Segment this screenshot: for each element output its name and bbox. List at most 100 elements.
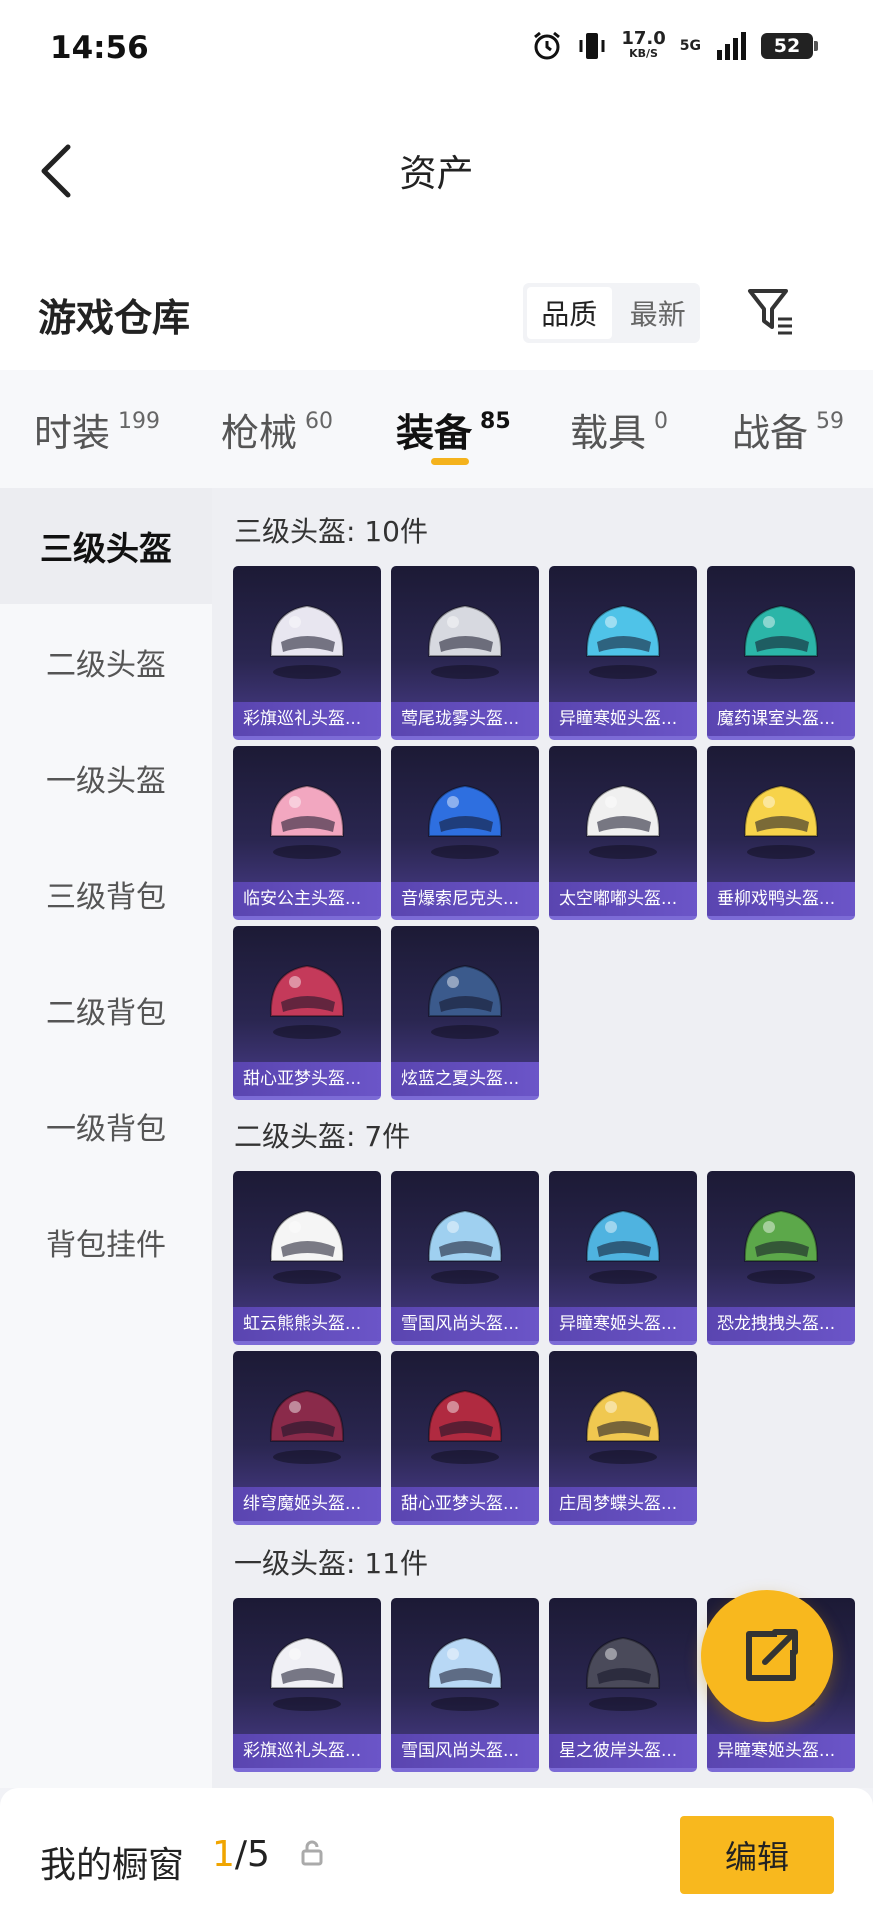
item-card[interactable]: 音爆索尼克头... — [391, 746, 539, 920]
section-title-level2-helmet: 二级头盔: 7件 — [234, 1120, 411, 1153]
edit-button[interactable]: 编辑 — [680, 1816, 834, 1894]
item-name: 莺尾珑雾头盔... — [391, 702, 539, 736]
item-card[interactable]: 太空嘟嘟头盔... — [549, 746, 697, 920]
item-name: 恐龙拽拽头盔... — [707, 1307, 855, 1341]
helmet-icon — [427, 1209, 503, 1284]
item-name: 彩旗巡礼头盔... — [233, 1734, 381, 1768]
item-name: 太空嘟嘟头盔... — [549, 882, 697, 916]
helmet-icon — [427, 604, 503, 679]
item-card[interactable]: 恐龙拽拽头盔... — [707, 1171, 855, 1345]
helmet-icon — [585, 1389, 661, 1464]
showcase-bar: 我的橱窗 1/5 编辑 — [0, 1788, 873, 1920]
helmet-icon — [427, 1636, 503, 1711]
item-card[interactable]: 垂柳戏鸭头盔... — [707, 746, 855, 920]
item-card[interactable]: 异瞳寒姬头盔... — [549, 1171, 697, 1345]
sidebar-item-level3-helmet[interactable]: 三级头盔 — [0, 488, 212, 604]
item-name: 虹云熊熊头盔... — [233, 1307, 381, 1341]
item-card[interactable]: 临安公主头盔... — [233, 746, 381, 920]
vibrate-icon — [579, 33, 605, 59]
helmet-icon — [585, 1209, 661, 1284]
helmet-icon — [269, 964, 345, 1039]
status-icons: 17.0 KB/S 5G 52 — [531, 28, 818, 62]
tab-fashion[interactable]: 时装 199 — [34, 402, 160, 457]
item-name: 异瞳寒姬头盔... — [549, 702, 697, 736]
helmet-icon — [269, 1636, 345, 1711]
item-card[interactable]: 彩旗巡礼头盔... — [233, 1598, 381, 1772]
tab-equipment[interactable]: 装备 85 — [396, 402, 511, 457]
sidebar-item-level1-backpack[interactable]: 一级背包 — [0, 1068, 212, 1184]
signal-icon — [717, 32, 746, 60]
item-name: 异瞳寒姬头盔... — [707, 1734, 855, 1768]
item-name: 魔药课室头盔... — [707, 702, 855, 736]
sidebar-item-level2-backpack[interactable]: 二级背包 — [0, 952, 212, 1068]
item-card[interactable]: 异瞳寒姬头盔... — [549, 566, 697, 740]
item-card[interactable]: 庄周梦蝶头盔... — [549, 1351, 697, 1525]
sort-latest-button[interactable]: 最新 — [616, 283, 701, 343]
sidebar-item-level1-helmet[interactable]: 一级头盔 — [0, 720, 212, 836]
item-name: 临安公主头盔... — [233, 882, 381, 916]
category-tabs: 时装 199 枪械 60 装备 85 载具 0 战备 59 — [0, 370, 873, 488]
item-name: 甜心亚梦头盔... — [391, 1487, 539, 1521]
item-name: 异瞳寒姬头盔... — [549, 1307, 697, 1341]
item-name: 雪国风尚头盔... — [391, 1734, 539, 1768]
item-card[interactable]: 魔药课室头盔... — [707, 566, 855, 740]
helmet-icon — [585, 604, 661, 679]
helmet-icon — [585, 784, 661, 859]
sidebar-item-level2-helmet[interactable]: 二级头盔 — [0, 604, 212, 720]
page-title: 资产 — [399, 152, 474, 195]
status-time: 14:56 — [50, 30, 149, 66]
helmet-icon — [585, 1636, 661, 1711]
sidebar-item-level3-backpack[interactable]: 三级背包 — [0, 836, 212, 952]
share-icon — [746, 1629, 798, 1681]
item-name: 音爆索尼克头... — [391, 882, 539, 916]
status-bar: 14:56 17.0 KB/S 5G 52 — [0, 0, 873, 105]
tab-combat-gear[interactable]: 战备 59 — [732, 402, 844, 457]
item-card[interactable]: 甜心亚梦头盔... — [233, 926, 381, 1100]
filter-icon[interactable] — [746, 285, 796, 337]
network-type: 5G — [679, 38, 701, 54]
section-title-level3-helmet: 三级头盔: 10件 — [234, 515, 428, 548]
item-name: 绯穹魔姬头盔... — [233, 1487, 381, 1521]
sidebar-item-backpack-charm[interactable]: 背包挂件 — [0, 1184, 212, 1300]
section-title-level1-helmet: 一级头盔: 11件 — [234, 1547, 428, 1580]
helmet-icon — [743, 604, 819, 679]
item-card[interactable]: 炫蓝之夏头盔... — [391, 926, 539, 1100]
item-name: 星之彼岸头盔... — [549, 1734, 697, 1768]
item-card[interactable]: 雪国风尚头盔... — [391, 1171, 539, 1345]
alarm-icon — [534, 31, 561, 60]
sort-quality-button[interactable]: 品质 — [527, 287, 612, 339]
showcase-count: 1/5 — [212, 1834, 270, 1875]
item-card[interactable]: 甜心亚梦头盔... — [391, 1351, 539, 1525]
item-name: 炫蓝之夏头盔... — [391, 1062, 539, 1096]
helmet-icon — [427, 784, 503, 859]
active-tab-indicator — [431, 458, 469, 465]
item-card[interactable]: 虹云熊熊头盔... — [233, 1171, 381, 1345]
item-name: 庄周梦蝶头盔... — [549, 1487, 697, 1521]
tab-vehicles[interactable]: 载具 0 — [570, 402, 668, 457]
helmet-icon — [427, 964, 503, 1039]
helmet-icon — [269, 1209, 345, 1284]
item-card[interactable]: 雪国风尚头盔... — [391, 1598, 539, 1772]
item-name: 雪国风尚头盔... — [391, 1307, 539, 1341]
item-name: 彩旗巡礼头盔... — [233, 702, 381, 736]
share-button[interactable] — [701, 1590, 833, 1722]
lock-icon — [301, 1840, 323, 1866]
item-card[interactable]: 莺尾珑雾头盔... — [391, 566, 539, 740]
warehouse-title: 游戏仓库 — [38, 296, 191, 340]
item-card[interactable]: 绯穹魔姬头盔... — [233, 1351, 381, 1525]
battery-indicator: 52 — [761, 33, 818, 59]
helmet-icon — [743, 784, 819, 859]
showcase-title: 我的橱窗 — [40, 1845, 185, 1886]
network-speed: 17.0 KB/S — [621, 28, 666, 61]
tab-weapons[interactable]: 枪械 60 — [221, 402, 333, 457]
helmet-icon — [427, 1389, 503, 1464]
item-name: 垂柳戏鸭头盔... — [707, 882, 855, 916]
warehouse-header: 游戏仓库 品质 最新 — [0, 235, 873, 370]
item-card[interactable]: 星之彼岸头盔... — [549, 1598, 697, 1772]
helmet-icon — [743, 1209, 819, 1284]
item-name: 甜心亚梦头盔... — [233, 1062, 381, 1096]
sort-toggle: 品质 最新 — [523, 283, 700, 343]
helmet-icon — [269, 1389, 345, 1464]
helmet-icon — [269, 784, 345, 859]
item-card[interactable]: 彩旗巡礼头盔... — [233, 566, 381, 740]
